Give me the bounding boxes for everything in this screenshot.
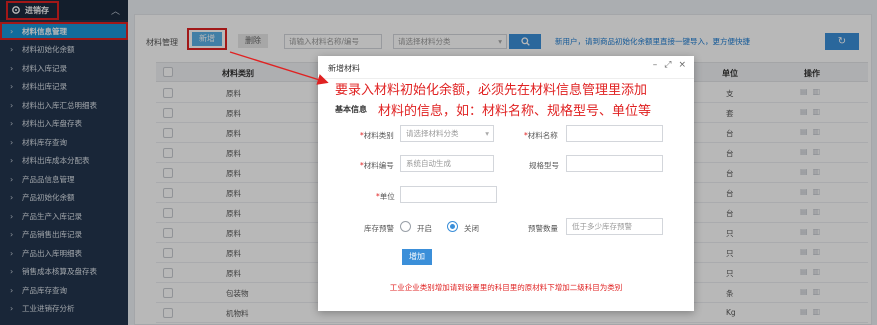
unit-input[interactable] xyxy=(400,186,497,203)
add-button[interactable]: 增加 xyxy=(402,249,432,265)
warning-on-label: 开启 xyxy=(417,224,432,233)
unit-label: *单位 xyxy=(376,192,395,201)
annotation-line-2: 材料的信息，如：材料名称、规格型号、单位等 xyxy=(378,104,652,119)
warning-qty-label: 预警数量 xyxy=(528,224,558,233)
warning-qty-input[interactable]: 低于多少库存预警 xyxy=(566,218,663,235)
maximize-icon[interactable]: ⤢ xyxy=(664,60,671,70)
spec-label: 规格型号 xyxy=(529,161,559,170)
category-dropdown[interactable]: 请选择材料分类 ▾ xyxy=(400,125,494,142)
annotation-line-1: 要录入材料初始化余额，必须先在材料信息管理里添加 xyxy=(335,83,648,98)
minimize-icon[interactable]: – xyxy=(653,60,658,70)
category-label: *材料类别 xyxy=(360,131,394,140)
chevron-down-icon: ▾ xyxy=(485,129,489,138)
add-material-dialog: 新增材料 – ⤢ × 要录入材料初始化余额，必须先在材料信息管理里添加 材料的信… xyxy=(318,56,694,311)
warning-off-radio[interactable] xyxy=(447,221,458,232)
dialog-controls: – ⤢ × xyxy=(653,60,686,70)
warning-on-radio[interactable] xyxy=(400,221,411,232)
dialog-title: 新增材料 xyxy=(328,64,360,73)
footer-note: 工业企业类别增加请到设置里的科目里的原材料下增加二级科目为类别 xyxy=(389,283,623,292)
stock-warning-label: 库存预警 xyxy=(364,224,394,233)
code-input[interactable]: 系统自动生成 xyxy=(400,155,494,172)
category-dropdown-text: 请选择材料分类 xyxy=(406,129,459,138)
name-label: *材料名称 xyxy=(524,131,558,140)
close-icon[interactable]: × xyxy=(678,60,686,70)
name-input[interactable] xyxy=(566,125,663,142)
warning-off-label: 关闭 xyxy=(464,224,479,233)
spec-input[interactable] xyxy=(566,155,663,172)
code-label: *材料编号 xyxy=(360,161,394,170)
section-basic-info: 基本信息 xyxy=(335,105,367,114)
